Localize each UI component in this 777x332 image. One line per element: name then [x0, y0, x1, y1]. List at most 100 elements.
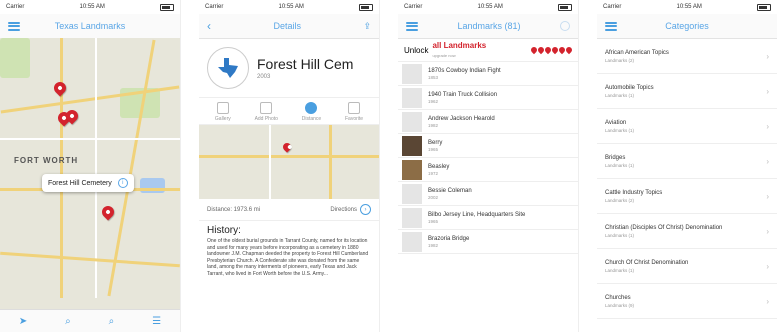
category-item[interactable]: African American Topics Landmarks (2) ›: [597, 39, 777, 74]
category-title: African American Topics: [605, 49, 669, 56]
navbar: Categories: [597, 14, 777, 39]
menu-icon[interactable]: [8, 21, 20, 31]
map-callout[interactable]: Forest Hill Cemetery i: [42, 174, 134, 192]
battery-icon: [159, 3, 174, 11]
list-item-year: 1965: [428, 146, 439, 152]
category-title: Aviation: [605, 119, 627, 126]
category-count: Landmarks (1): [605, 127, 635, 133]
chevron-right-icon: ›: [766, 121, 769, 131]
search-icon[interactable]: ⌕: [65, 316, 71, 327]
list-item-title: Brazoria Bridge: [428, 235, 470, 242]
category-item[interactable]: Automobile Topics Landmarks (1) ›: [597, 74, 777, 109]
category-item[interactable]: Church Of Christ Denomination Landmarks (…: [597, 249, 777, 284]
map-pin: [281, 141, 293, 153]
locate-icon[interactable]: ➤: [19, 316, 27, 327]
list-item-year: 1972: [428, 170, 439, 176]
map-pin[interactable]: [51, 79, 69, 97]
history-text: One of the oldest burial grounds in Tarr…: [207, 238, 369, 277]
map-road: [107, 39, 156, 297]
time-label: 10:55 AM: [79, 4, 105, 10]
category-title: Church Of Christ Denomination: [605, 259, 689, 266]
category-item[interactable]: Bridges Landmarks (1) ›: [597, 144, 777, 179]
share-icon[interactable]: ⇪: [363, 21, 371, 32]
list-item[interactable]: Berry 1965: [398, 134, 578, 158]
landmark-name: Forest Hill Cem: [257, 56, 354, 72]
landmark-list: 1870s Cowboy Indian Fight 1853 1940 Train …: [398, 62, 578, 254]
distance-button[interactable]: Distance: [302, 102, 321, 122]
status-bar: Carrier 10:55 AM: [597, 0, 777, 14]
map-road: [269, 125, 271, 199]
battery-icon: [756, 3, 771, 11]
nav-title: Landmarks (81): [457, 21, 521, 31]
add-photo-button[interactable]: Add Photo: [255, 102, 278, 122]
list-item[interactable]: Bilbo Jersey Line, Headquarters Site 1965: [398, 206, 578, 230]
list-item[interactable]: 1870s Cowboy Indian Fight 1853: [398, 62, 578, 86]
gallery-button[interactable]: Gallery: [215, 102, 231, 122]
landmark-year: 2003: [257, 74, 271, 80]
mini-map[interactable]: [199, 125, 379, 199]
directions-button[interactable]: Directions ›: [330, 204, 371, 215]
search-icon[interactable]: [560, 21, 570, 31]
unlock-banner[interactable]: Unlock all Landmarks upgrade now: [398, 39, 578, 62]
time-label: 10:55 AM: [477, 4, 503, 10]
menu-icon[interactable]: [605, 21, 617, 31]
navbar: Texas Landmarks: [0, 14, 180, 39]
list-item-year: 1982: [428, 242, 439, 248]
history-title: History:: [207, 225, 241, 236]
landmark-header: Forest Hill Cem 2003: [199, 39, 379, 97]
list-item-title: 1940 Train Truck Collision: [428, 91, 498, 98]
list-item-title: 1870s Cowboy Indian Fight: [428, 67, 501, 74]
category-count: Landmarks (2): [605, 57, 635, 63]
list-item[interactable]: Beasley 1972: [398, 158, 578, 182]
list-item[interactable]: Andrew Jackson Hearold 1982: [398, 110, 578, 134]
texas-icon: [218, 58, 238, 78]
camera-icon: [260, 102, 273, 114]
landmark-logo: [207, 47, 249, 89]
chevron-right-icon: ›: [766, 191, 769, 201]
chevron-right-icon: ›: [766, 86, 769, 96]
nav-title: Details: [273, 21, 301, 31]
phone-categories-screen: Carrier 10:55 AM Categories African Amer…: [597, 0, 777, 332]
category-item[interactable]: Churches Landmarks (9) ›: [597, 284, 777, 319]
map-view[interactable]: FORT WORTH Forest Hill Cemetery i: [0, 38, 180, 310]
list-item-year: 1853: [428, 74, 439, 80]
list-item-year: 1982: [428, 122, 439, 128]
category-list: African American Topics Landmarks (2) › Aut…: [597, 39, 777, 319]
chevron-right-icon: ›: [766, 51, 769, 61]
distance-label: Distance: 1973.6 mi: [207, 206, 261, 213]
list-icon[interactable]: ☰: [152, 316, 161, 327]
location-icon: [305, 102, 318, 114]
map-road: [199, 155, 379, 158]
map-city-label: FORT WORTH: [14, 156, 79, 165]
phone-details-screen: Carrier 10:55 AM ‹ Details ⇪ Forest Hill…: [199, 0, 380, 332]
category-item[interactable]: Aviation Landmarks (1) ›: [597, 109, 777, 144]
category-item[interactable]: Cattle Industry Topics Landmarks (2) ›: [597, 179, 777, 214]
category-count: Landmarks (1): [605, 162, 635, 168]
list-item[interactable]: 1940 Train Truck Collision 1962: [398, 86, 578, 110]
distance-row: Distance: 1973.6 mi Directions ›: [199, 199, 379, 221]
category-count: Landmarks (9): [605, 302, 635, 308]
menu-icon[interactable]: [406, 21, 418, 31]
phone-list-screen: Carrier 10:55 AM Landmarks (81) Unlock a…: [398, 0, 579, 332]
phone-map-screen: Carrier 10:55 AM Texas Landmarks FORT WO…: [0, 0, 181, 332]
category-title: Bridges: [605, 154, 626, 161]
zoom-icon[interactable]: ⌕: [109, 316, 115, 327]
callout-title: Forest Hill Cemetery: [48, 179, 112, 187]
carrier-label: Carrier: [205, 4, 224, 10]
map-park: [0, 38, 30, 78]
thumbnail: [402, 207, 422, 228]
category-title: Churches: [605, 294, 631, 301]
category-item[interactable]: Christian (Disciples Of Christ) Denomina…: [597, 214, 777, 249]
category-count: Landmarks (1): [605, 92, 635, 98]
list-item[interactable]: Bessie Coleman 2002: [398, 182, 578, 206]
list-item[interactable]: Brazoria Bridge 1982: [398, 230, 578, 254]
category-count: Landmarks (2): [605, 197, 635, 203]
list-item-title: Bessie Coleman: [428, 187, 472, 194]
info-icon[interactable]: i: [117, 178, 128, 188]
category-title: Automobile Topics: [605, 84, 654, 91]
favorite-button[interactable]: Favorite: [345, 102, 363, 122]
category-count: Landmarks (1): [605, 232, 635, 238]
carrier-label: Carrier: [6, 4, 25, 10]
map-pin[interactable]: [99, 203, 117, 221]
list-item-title: Beasley: [428, 163, 450, 170]
